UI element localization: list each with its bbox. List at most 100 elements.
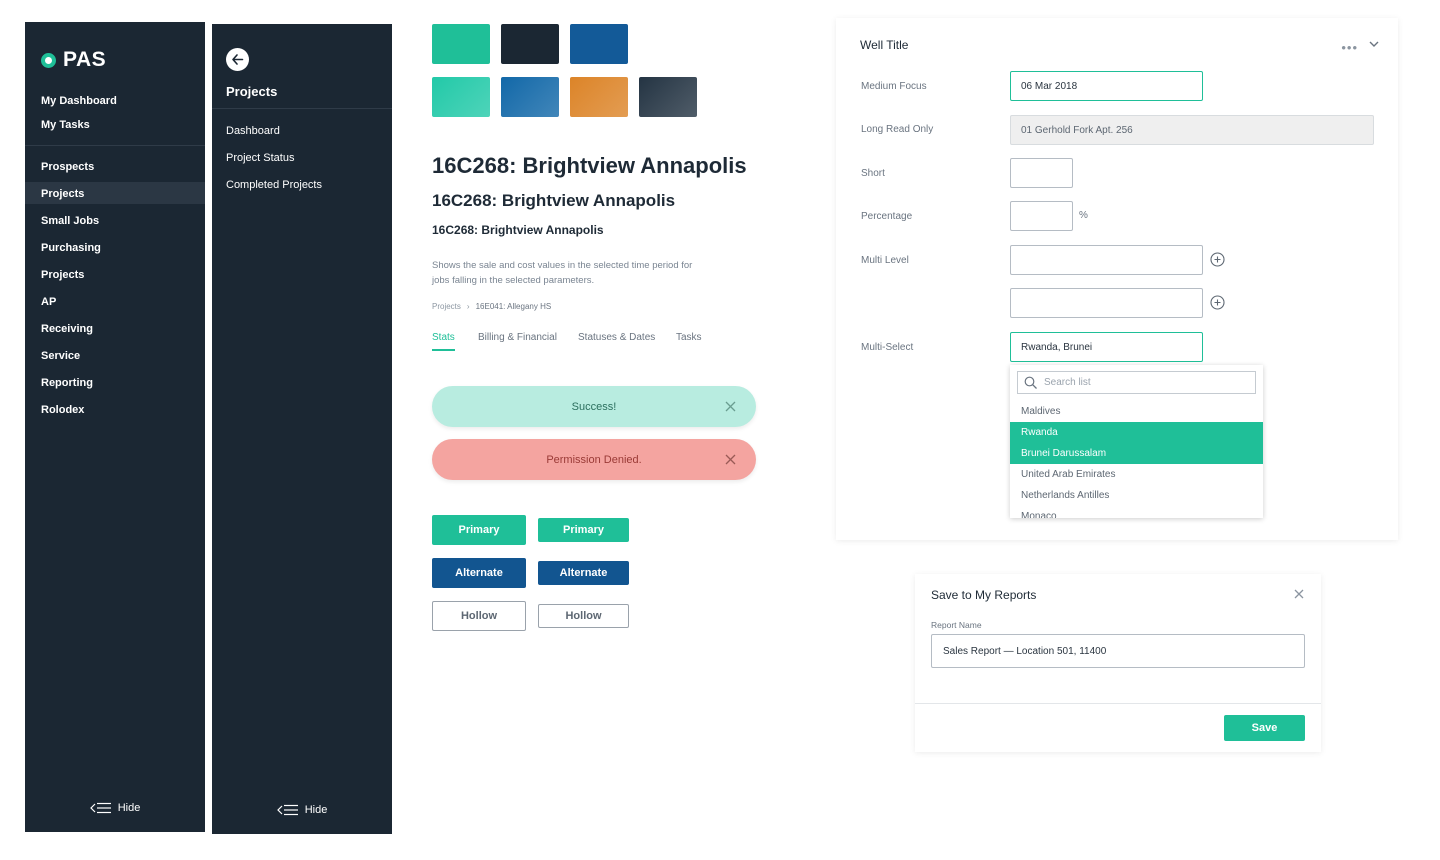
tab-tasks[interactable]: Tasks — [676, 332, 702, 343]
heading-3: 16C268: Brightview Annapolis — [432, 223, 604, 237]
sidebar-item-rolodex[interactable]: Rolodex — [41, 404, 84, 416]
percentage-input[interactable] — [1010, 201, 1073, 231]
hide-sidebar-button[interactable]: Hide — [25, 802, 205, 814]
logo-dot-icon — [41, 52, 56, 68]
medium-focus-input[interactable]: 06 Mar 2018 — [1010, 71, 1203, 101]
option-united-arab-emirates[interactable]: United Arab Emirates — [1010, 464, 1263, 485]
percent-suffix: % — [1079, 210, 1088, 221]
sidebar-item-purchasing[interactable]: Purchasing — [41, 242, 101, 254]
breadcrumb-root[interactable]: Projects — [432, 302, 461, 311]
report-name-input[interactable]: Sales Report — Location 501, 11400 — [931, 634, 1305, 668]
breadcrumb-separator: › — [466, 302, 470, 311]
sub-sidebar-item-completed-projects[interactable]: Completed Projects — [226, 179, 322, 191]
option-brunei-darussalam[interactable]: Brunei Darussalam — [1010, 443, 1263, 464]
short-input[interactable] — [1010, 158, 1073, 188]
multi-level-label: Multi Level — [861, 255, 909, 266]
color-swatch-navy-gradient — [639, 77, 697, 117]
option-maldives[interactable]: Maldives — [1010, 401, 1263, 422]
hide-label: Hide — [304, 804, 328, 816]
option-monaco[interactable]: Monaco — [1010, 506, 1263, 518]
logo[interactable]: PAS — [41, 48, 106, 72]
color-swatch-teal-gradient — [432, 77, 490, 117]
hollow-button-large[interactable]: Hollow — [432, 601, 526, 631]
multi-level-input-2[interactable] — [1010, 288, 1203, 318]
sidebar-item-receiving[interactable]: Receiving — [41, 323, 93, 335]
sidebar-item-reporting[interactable]: Reporting — [41, 377, 93, 389]
hide-label: Hide — [117, 802, 141, 814]
multi-select-label: Multi-Select — [861, 342, 914, 353]
color-swatch-blue — [570, 24, 628, 64]
option-netherlands-antilles[interactable]: Netherlands Antilles — [1010, 485, 1263, 506]
color-swatch-orange-gradient — [570, 77, 628, 117]
sub-sidebar: Projects Dashboard Project Status Comple… — [212, 24, 392, 834]
close-icon[interactable] — [1293, 588, 1305, 600]
sub-sidebar-item-dashboard[interactable]: Dashboard — [226, 125, 280, 137]
report-name-label: Report Name — [931, 620, 982, 630]
add-circle-icon[interactable] — [1210, 252, 1225, 267]
long-read-only-label: Long Read Only — [861, 124, 934, 135]
save-button[interactable]: Save — [1224, 715, 1305, 741]
long-read-only-input: 01 Gerhold Fork Apt. 256 — [1010, 115, 1374, 145]
breadcrumb: Projects › 16E041: Allegany HS — [432, 302, 551, 311]
save-report-modal: Save to My Reports Report Name Sales Rep… — [915, 574, 1321, 752]
more-options-icon[interactable]: ••• — [1341, 40, 1358, 55]
short-label: Short — [861, 168, 885, 179]
sidebar-item-projects[interactable]: Projects — [41, 269, 84, 281]
success-alert: Success! — [432, 386, 756, 427]
sidebar-divider — [25, 145, 205, 146]
hide-sub-sidebar-button[interactable]: Hide — [212, 804, 392, 816]
multi-select-input[interactable]: Rwanda, Brunei — [1010, 332, 1203, 362]
main-sidebar: PAS My Dashboard My Tasks Prospects Proj… — [25, 22, 205, 832]
collapse-menu-icon — [276, 804, 298, 816]
success-alert-text: Success! — [571, 400, 617, 413]
sidebar-item-ap[interactable]: AP — [41, 296, 56, 308]
chevron-down-icon[interactable] — [1368, 38, 1380, 50]
arrow-left-icon — [232, 54, 244, 65]
danger-alert-text: Permission Denied. — [546, 453, 642, 466]
sidebar-item-my-dashboard[interactable]: My Dashboard — [41, 95, 117, 107]
close-icon[interactable] — [721, 397, 740, 416]
sub-sidebar-item-project-status[interactable]: Project Status — [226, 152, 294, 164]
option-rwanda[interactable]: Rwanda — [1010, 422, 1263, 443]
primary-button-small[interactable]: Primary — [538, 518, 629, 542]
tab-stats[interactable]: Stats — [432, 332, 455, 343]
heading-2: 16C268: Brightview Annapolis — [432, 191, 676, 210]
multi-level-input-1[interactable] — [1010, 245, 1203, 275]
logo-text: PAS — [63, 48, 107, 71]
active-tab-indicator — [432, 349, 455, 351]
sidebar-item-small-jobs[interactable]: Small Jobs — [41, 215, 99, 227]
color-swatch-navy — [501, 24, 559, 64]
percentage-label: Percentage — [861, 211, 913, 222]
modal-title: Save to My Reports — [931, 588, 1037, 602]
back-button[interactable] — [226, 48, 249, 71]
color-swatch-blue-gradient — [501, 77, 559, 117]
tab-billing-financial[interactable]: Billing & Financial — [478, 332, 557, 343]
alternate-button-large[interactable]: Alternate — [432, 558, 526, 588]
sub-sidebar-divider — [212, 108, 392, 109]
tab-statuses-dates[interactable]: Statuses & Dates — [578, 332, 655, 343]
collapse-menu-icon — [89, 802, 111, 814]
medium-focus-label: Medium Focus — [861, 81, 927, 92]
search-placeholder: Search list — [1044, 377, 1091, 388]
sidebar-item-projects-active[interactable]: Projects — [41, 188, 84, 200]
sidebar-item-my-tasks[interactable]: My Tasks — [41, 119, 90, 131]
sidebar-item-prospects[interactable]: Prospects — [41, 161, 94, 173]
description-text: Shows the sale and cost values in the se… — [432, 260, 693, 286]
card-title: Well Title — [860, 38, 909, 52]
primary-button-large[interactable]: Primary — [432, 515, 526, 545]
alternate-button-small[interactable]: Alternate — [538, 561, 629, 585]
hollow-button-small[interactable]: Hollow — [538, 604, 629, 628]
dropdown-search[interactable]: Search list — [1017, 371, 1256, 394]
well-card: Well Title ••• Medium Focus 06 Mar 2018 … — [836, 18, 1398, 540]
color-swatch-teal — [432, 24, 490, 64]
danger-alert: Permission Denied. — [432, 439, 756, 480]
breadcrumb-current: 16E041: Allegany HS — [475, 302, 552, 311]
heading-1: 16C268: Brightview Annapolis — [432, 153, 747, 178]
sub-sidebar-title: Projects — [226, 84, 278, 99]
modal-divider — [915, 703, 1321, 704]
search-icon — [1024, 376, 1037, 389]
sidebar-item-service[interactable]: Service — [41, 350, 80, 362]
add-circle-icon[interactable] — [1210, 295, 1225, 310]
multi-select-dropdown: Search list Maldives Rwanda Brunei Darus… — [1010, 365, 1263, 518]
close-icon[interactable] — [721, 450, 740, 469]
